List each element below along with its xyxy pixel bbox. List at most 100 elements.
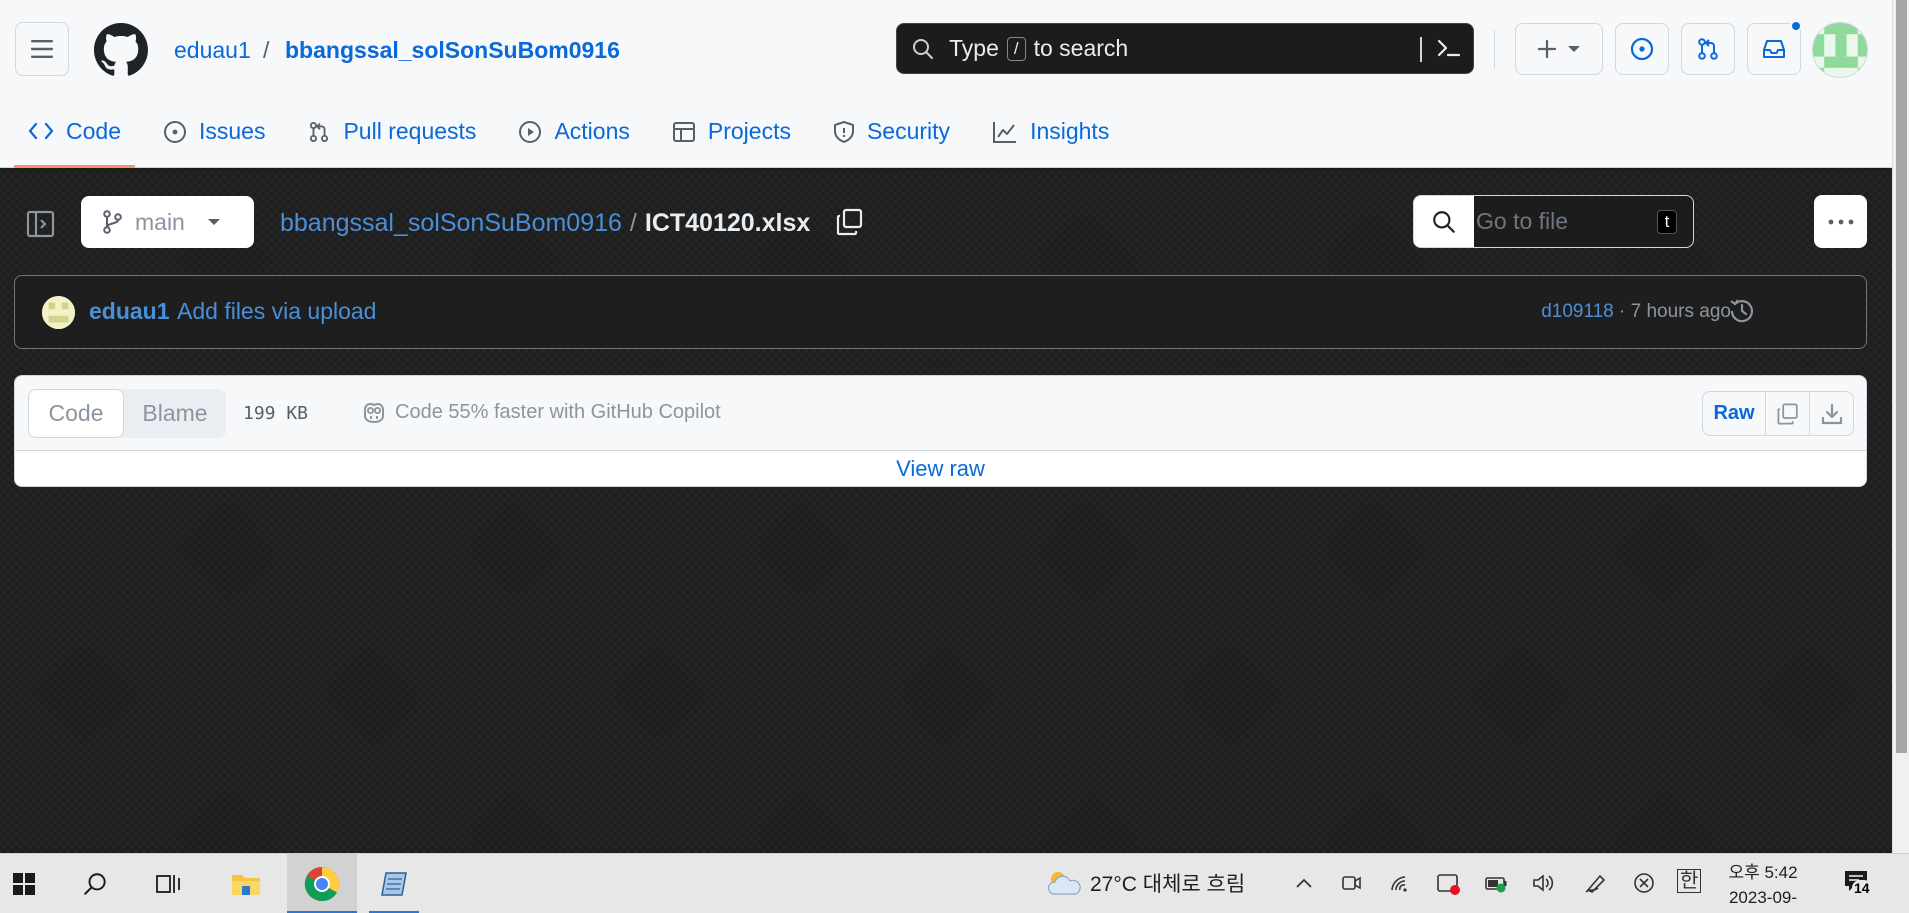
copy-icon[interactable] — [835, 207, 865, 237]
wifi-icon[interactable] — [1389, 872, 1413, 894]
page-scrollbar[interactable] — [1892, 0, 1909, 853]
taskbar-clock[interactable]: 오후 5:42 2023-09-17 — [1722, 860, 1804, 913]
identicon-icon — [1813, 23, 1867, 77]
commit-author[interactable]: eduau1 — [89, 298, 170, 325]
commit-author-avatar[interactable] — [42, 296, 75, 329]
weather-widget[interactable]: 27°C 대체로 흐림 — [1044, 868, 1245, 898]
create-new-button[interactable] — [1515, 23, 1603, 75]
folder-icon — [232, 875, 260, 895]
breadcrumb-separator: / — [629, 209, 637, 237]
chevron-up-icon[interactable] — [1293, 872, 1315, 894]
global-search-input[interactable]: Type / to search — [896, 23, 1474, 74]
go-to-file-shortcut: t — [1641, 196, 1693, 247]
issues-button[interactable] — [1615, 23, 1669, 75]
blame-tab[interactable]: Blame — [116, 389, 226, 438]
tab-pull-requests[interactable]: Pull requests — [293, 107, 490, 167]
tab-projects[interactable]: Projects — [658, 107, 805, 167]
tab-insights[interactable]: Insights — [978, 107, 1123, 167]
file-size: 199 KB — [243, 403, 309, 424]
notification-center-button[interactable]: 14 — [1842, 868, 1872, 899]
menu-button[interactable] — [15, 22, 69, 76]
search-shortcut-key: / — [1006, 36, 1026, 61]
pen-icon[interactable] — [1584, 872, 1608, 894]
commit-message[interactable]: Add files via upload — [177, 298, 376, 325]
side-panel-toggle-icon[interactable] — [26, 209, 56, 239]
tab-label: Actions — [554, 118, 630, 144]
raw-button[interactable]: Raw — [1703, 392, 1765, 435]
ime-indicator[interactable]: 한 — [1677, 869, 1702, 893]
task-view-button[interactable] — [145, 854, 193, 913]
commit-meta: d109118 · 7 hours ago — [1541, 301, 1731, 323]
chrome-icon — [304, 866, 340, 902]
latest-commit-box: eduau1 Add files via upload d109118 · 7 … — [14, 275, 1867, 349]
commit-sha[interactable]: d109118 — [1541, 301, 1614, 322]
caret-down-icon — [1568, 46, 1580, 52]
breadcrumb-separator: / — [263, 37, 270, 63]
download-button[interactable] — [1809, 392, 1853, 435]
taskbar-search-button[interactable] — [72, 854, 120, 913]
partly-cloudy-icon — [1047, 872, 1081, 895]
tab-code[interactable]: Code — [14, 107, 135, 168]
git-branch-icon — [103, 210, 122, 234]
security-alert-icon[interactable] — [1436, 872, 1462, 896]
copilot-icon — [364, 403, 384, 424]
search-icon — [1433, 210, 1455, 233]
search-prefix: Type — [949, 35, 999, 61]
identicon-icon — [42, 296, 75, 329]
hamburger-icon — [31, 40, 53, 58]
volume-icon[interactable] — [1531, 872, 1555, 894]
start-button[interactable] — [0, 854, 48, 913]
app-taskbar-button[interactable] — [365, 854, 427, 913]
search-icon — [913, 38, 933, 59]
graph-icon — [993, 122, 1017, 143]
play-icon — [519, 121, 542, 143]
issue-icon — [163, 121, 186, 143]
command-palette-icon[interactable] — [1434, 34, 1462, 62]
code-blame-toggle: Code Blame — [28, 389, 226, 438]
tab-label: Issues — [198, 118, 266, 144]
tab-label: Projects — [707, 118, 791, 144]
battery-icon[interactable] — [1484, 872, 1510, 894]
branch-selector[interactable]: main — [81, 196, 254, 248]
notepad-app-icon — [381, 872, 407, 896]
more-options-button[interactable] — [1814, 195, 1867, 248]
caret-down-icon — [207, 219, 220, 225]
close-circle-icon[interactable] — [1632, 872, 1656, 894]
tab-security[interactable]: Security — [819, 107, 964, 167]
go-to-file-search — [1414, 196, 1474, 247]
inbox-icon — [1763, 40, 1785, 58]
go-to-file-input[interactable]: Go to file t — [1413, 195, 1694, 248]
repo-header: eduau1 / bbangssal_solSonSuBom0916 Type … — [0, 0, 1892, 168]
tab-label: Security — [866, 118, 951, 144]
table-icon — [672, 122, 695, 142]
breadcrumb-owner[interactable]: eduau1 — [174, 36, 251, 64]
github-logo-icon[interactable] — [94, 23, 148, 77]
copy-raw-button[interactable] — [1765, 392, 1809, 435]
task-view-icon — [156, 875, 180, 893]
breadcrumb-repo-link[interactable]: bbangssal_solSonSuBom0916 — [280, 209, 622, 237]
download-icon — [1821, 403, 1842, 424]
tab-issues[interactable]: Issues — [149, 107, 279, 167]
user-avatar[interactable] — [1812, 22, 1868, 78]
shield-icon — [833, 121, 854, 143]
tab-actions[interactable]: Actions — [504, 107, 643, 167]
view-raw-link[interactable]: View raw — [15, 450, 1866, 486]
chrome-taskbar-button[interactable] — [287, 854, 357, 913]
notification-count-badge: 14 — [1852, 880, 1872, 896]
meet-now-icon[interactable] — [1340, 872, 1362, 894]
copilot-text: Code 55% faster with GitHub Copilot — [395, 400, 721, 423]
clock-date: 2023-09-17 — [1728, 888, 1798, 907]
history-icon[interactable] — [1727, 296, 1757, 326]
clock-time: 오후 5:42 — [1728, 863, 1798, 882]
search-divider — [1420, 37, 1422, 62]
breadcrumb-repo[interactable]: bbangssal_solSonSuBom0916 — [285, 36, 620, 64]
tab-label: Code — [66, 118, 121, 144]
scrollbar-thumb[interactable] — [1896, 0, 1907, 753]
windows-taskbar: 27°C 대체로 흐림 한 오후 5:42 2023-09-17 14 — [0, 853, 1909, 913]
commit-time: 7 hours ago — [1630, 301, 1731, 322]
pull-requests-button[interactable] — [1681, 23, 1735, 75]
copilot-promo[interactable]: Code 55% faster with GitHub Copilot — [361, 400, 721, 424]
file-explorer-button[interactable] — [220, 854, 272, 913]
code-tab[interactable]: Code — [28, 389, 124, 438]
file-name: ICT40120.xlsx — [644, 209, 811, 237]
